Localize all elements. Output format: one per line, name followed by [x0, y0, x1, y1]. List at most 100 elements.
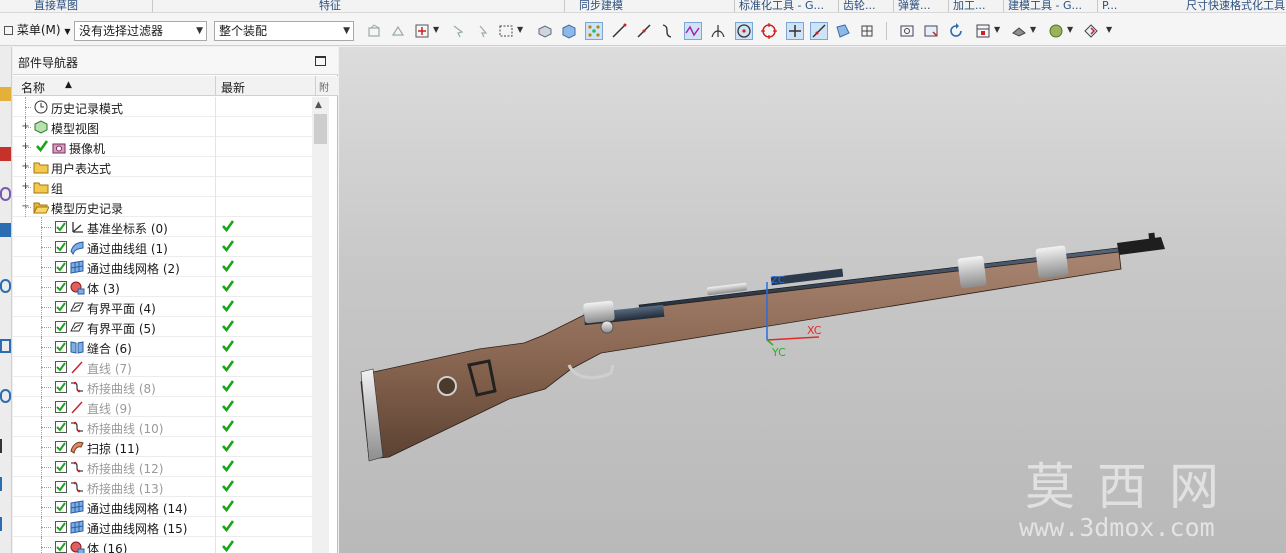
tree-row[interactable]: 有界平面 (4) [13, 297, 312, 317]
chevron-down-icon[interactable]: ▼ [1067, 25, 1073, 34]
select-icon[interactable] [474, 22, 492, 40]
feature-visibility-checkbox[interactable] [55, 441, 67, 453]
column-divider[interactable] [315, 76, 316, 96]
column-header-extra[interactable]: 附 [319, 79, 329, 94]
history-icon[interactable] [0, 339, 11, 353]
ribbon-group-p[interactable]: P... [1097, 0, 1117, 12]
ribbon-group-gears[interactable]: 齿轮... [838, 0, 876, 12]
column-header-latest[interactable]: 最新 [221, 79, 245, 96]
background-icon[interactable] [1047, 22, 1065, 40]
bolt-knob[interactable] [600, 320, 614, 334]
feature-visibility-checkbox[interactable] [55, 341, 67, 353]
bolt[interactable] [583, 300, 615, 324]
snap-point-on-face-icon[interactable] [834, 22, 852, 40]
ribbon-group-dimension-format[interactable]: 尺寸快速格式化工具 [1186, 0, 1285, 12]
tree-row[interactable]: 直线 (7) [13, 357, 312, 377]
snap-endpoint-icon[interactable] [610, 22, 628, 40]
expand-icon[interactable]: + [21, 142, 30, 152]
tree-row[interactable]: 通过曲线网格 (15) [13, 517, 312, 537]
tree-row[interactable]: 基准坐标系 (0) [13, 217, 312, 237]
column-header-name[interactable]: 名称 [21, 79, 45, 96]
tree-row[interactable]: 有界平面 (5) [13, 317, 312, 337]
maximize-icon[interactable] [315, 56, 326, 66]
tree-row[interactable]: 桥接曲线 (12) [13, 457, 312, 477]
feature-visibility-checkbox[interactable] [55, 401, 67, 413]
menu-button[interactable]: 菜单(M) ▼ [4, 21, 71, 38]
ribbon-group-direct-sketch[interactable]: 直接草图 [34, 0, 78, 12]
feature-visibility-checkbox[interactable] [55, 261, 67, 273]
system-scene-icon[interactable] [0, 517, 11, 531]
checkmark-icon[interactable] [35, 139, 51, 155]
snap-tangent-icon[interactable] [709, 22, 727, 40]
feature-visibility-checkbox[interactable] [55, 421, 67, 433]
chevron-down-icon[interactable]: ▼ [517, 25, 523, 34]
tree-row[interactable]: 通过曲线组 (1) [13, 237, 312, 257]
assembly-scope-select[interactable]: 整个装配 ▼ [214, 21, 354, 41]
process-studio-icon[interactable] [0, 439, 11, 453]
tree-row[interactable]: 历史记录模式 [13, 97, 312, 117]
selection-filter-select[interactable]: 没有选择过滤器 ▼ [74, 21, 207, 41]
snap-point-icon[interactable] [413, 22, 431, 40]
feature-visibility-checkbox[interactable] [55, 521, 67, 533]
select-component-icon[interactable] [389, 22, 407, 40]
tree-row[interactable]: + 模型视图 [13, 117, 312, 137]
constraint-navigator-icon[interactable] [0, 147, 11, 161]
tree-row[interactable]: + 摄像机 [13, 137, 312, 157]
tree-row[interactable]: 通过曲线网格 (14) [13, 497, 312, 517]
collapse-icon[interactable]: − [21, 202, 30, 212]
rotate-view-icon[interactable] [947, 22, 965, 40]
snap-control-point-icon[interactable] [658, 22, 676, 40]
tree-row[interactable]: 扫掠 (11) [13, 437, 312, 457]
snap-quadrant-icon[interactable] [760, 22, 778, 40]
scrollbar-thumb[interactable] [314, 114, 327, 144]
ribbon-group-synchronous[interactable]: 同步建模 [564, 0, 734, 12]
chevron-down-icon[interactable]: ▼ [994, 25, 1000, 34]
tree-row[interactable]: 缝合 (6) [13, 337, 312, 357]
solid-body-filter-icon[interactable] [536, 22, 554, 40]
web-browser-icon[interactable] [0, 279, 11, 293]
part-navigator-icon[interactable] [0, 187, 11, 201]
feature-visibility-checkbox[interactable] [55, 381, 67, 393]
ribbon-group-feature[interactable]: 特征 [152, 0, 564, 12]
fit-view-icon[interactable] [898, 22, 916, 40]
nose-cap[interactable] [1035, 245, 1069, 279]
ribbon-group-machining[interactable]: 加工... [948, 0, 986, 12]
front-sight[interactable] [1148, 232, 1156, 244]
orient-view-icon[interactable] [974, 22, 992, 40]
tree-row[interactable]: 桥接曲线 (8) [13, 377, 312, 397]
expand-icon[interactable]: + [21, 162, 30, 172]
muzzle[interactable] [1117, 237, 1165, 255]
chevron-down-icon[interactable]: ▼ [433, 25, 439, 34]
tree-row[interactable]: 直线 (9) [13, 397, 312, 417]
chevron-down-icon[interactable]: ▼ [1030, 25, 1036, 34]
feature-visibility-checkbox[interactable] [55, 301, 67, 313]
feature-visibility-checkbox[interactable] [55, 361, 67, 373]
tree-row[interactable]: + 组 [13, 177, 312, 197]
assembly-navigator-icon[interactable] [0, 87, 11, 101]
feature-visibility-checkbox[interactable] [55, 501, 67, 513]
scroll-up-icon[interactable]: ▲ [315, 100, 322, 110]
expand-icon[interactable]: + [21, 182, 30, 192]
ribbon-group-springs[interactable]: 弹簧... [893, 0, 931, 12]
system-materials-icon[interactable] [0, 389, 11, 403]
tree-row[interactable]: 桥接曲线 (10) [13, 417, 312, 437]
feature-visibility-checkbox[interactable] [55, 321, 67, 333]
graphics-viewport[interactable]: ZC XC YC 莫西网 www.3dmox.com [339, 47, 1286, 553]
snap-grid-icon[interactable] [585, 22, 603, 40]
feature-visibility-checkbox[interactable] [55, 241, 67, 253]
tree-row[interactable]: 桥接曲线 (13) [13, 477, 312, 497]
render-style-icon[interactable] [1010, 22, 1028, 40]
snap-arc-center-icon[interactable] [735, 22, 753, 40]
front-band[interactable] [957, 255, 987, 289]
reuse-library-icon[interactable] [0, 223, 11, 237]
snap-bounded-grid-icon[interactable] [858, 22, 876, 40]
ribbon-group-modeling-tools[interactable]: 建模工具 - G... [1003, 0, 1082, 12]
tree-row[interactable]: 体 (3) [13, 277, 312, 297]
sling-swivel[interactable] [437, 376, 457, 396]
feature-visibility-checkbox[interactable] [55, 281, 67, 293]
edit-object-display-icon[interactable] [1082, 22, 1100, 40]
snap-intersection-icon[interactable] [684, 22, 702, 40]
snap-midpoint-icon[interactable] [635, 22, 653, 40]
snap-existing-point-icon[interactable] [786, 22, 804, 40]
general-selection-icon[interactable] [449, 22, 467, 40]
